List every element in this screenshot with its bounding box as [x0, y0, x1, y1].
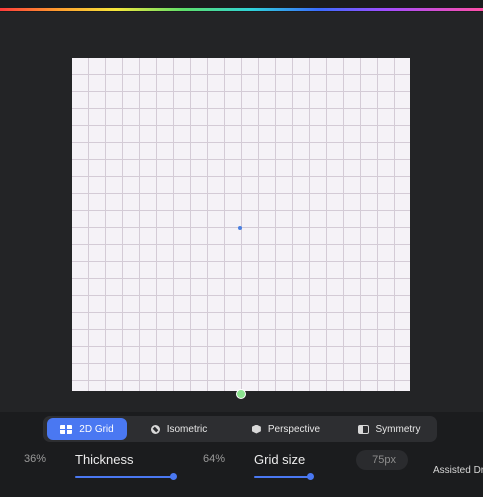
tab-isometric-label: Isometric [166, 423, 208, 435]
tab-perspective[interactable]: Perspective [241, 418, 331, 440]
grid-size-slider-knob[interactable] [307, 473, 314, 480]
tab-perspective-label: Perspective [267, 423, 321, 435]
tab-2d-grid[interactable]: 2D Grid [47, 418, 127, 440]
thickness-value: 64% [203, 453, 226, 465]
grid-center-point[interactable] [238, 226, 242, 230]
thickness-label: Thickness [75, 452, 134, 467]
tab-symmetry-label: Symmetry [375, 423, 421, 435]
thickness-slider-knob[interactable] [170, 473, 177, 480]
isometric-icon [150, 424, 160, 434]
opacity-value: 36% [24, 453, 47, 465]
grid-size-slider[interactable] [254, 473, 314, 480]
grid-size-value: 75px [372, 454, 396, 466]
drawing-guide-tabs: 2D Grid Isometric Perspective Symmetry [43, 416, 437, 442]
perspective-icon [251, 424, 261, 434]
color-strip [0, 8, 483, 11]
symmetry-icon [357, 424, 369, 434]
tab-isometric[interactable]: Isometric [139, 418, 219, 440]
grid-move-handle[interactable] [236, 389, 246, 399]
grid-canvas[interactable] [72, 58, 410, 391]
tab-symmetry[interactable]: Symmetry [347, 418, 431, 440]
grid-icon [60, 424, 73, 434]
assisted-drawing-toggle-label[interactable]: Assisted Drawing [433, 465, 483, 476]
grid-size-value-field[interactable]: 75px [356, 450, 408, 470]
grid-size-label: Grid size [254, 452, 306, 467]
thickness-slider[interactable] [75, 473, 177, 480]
tab-2d-grid-label: 2D Grid [79, 423, 114, 435]
